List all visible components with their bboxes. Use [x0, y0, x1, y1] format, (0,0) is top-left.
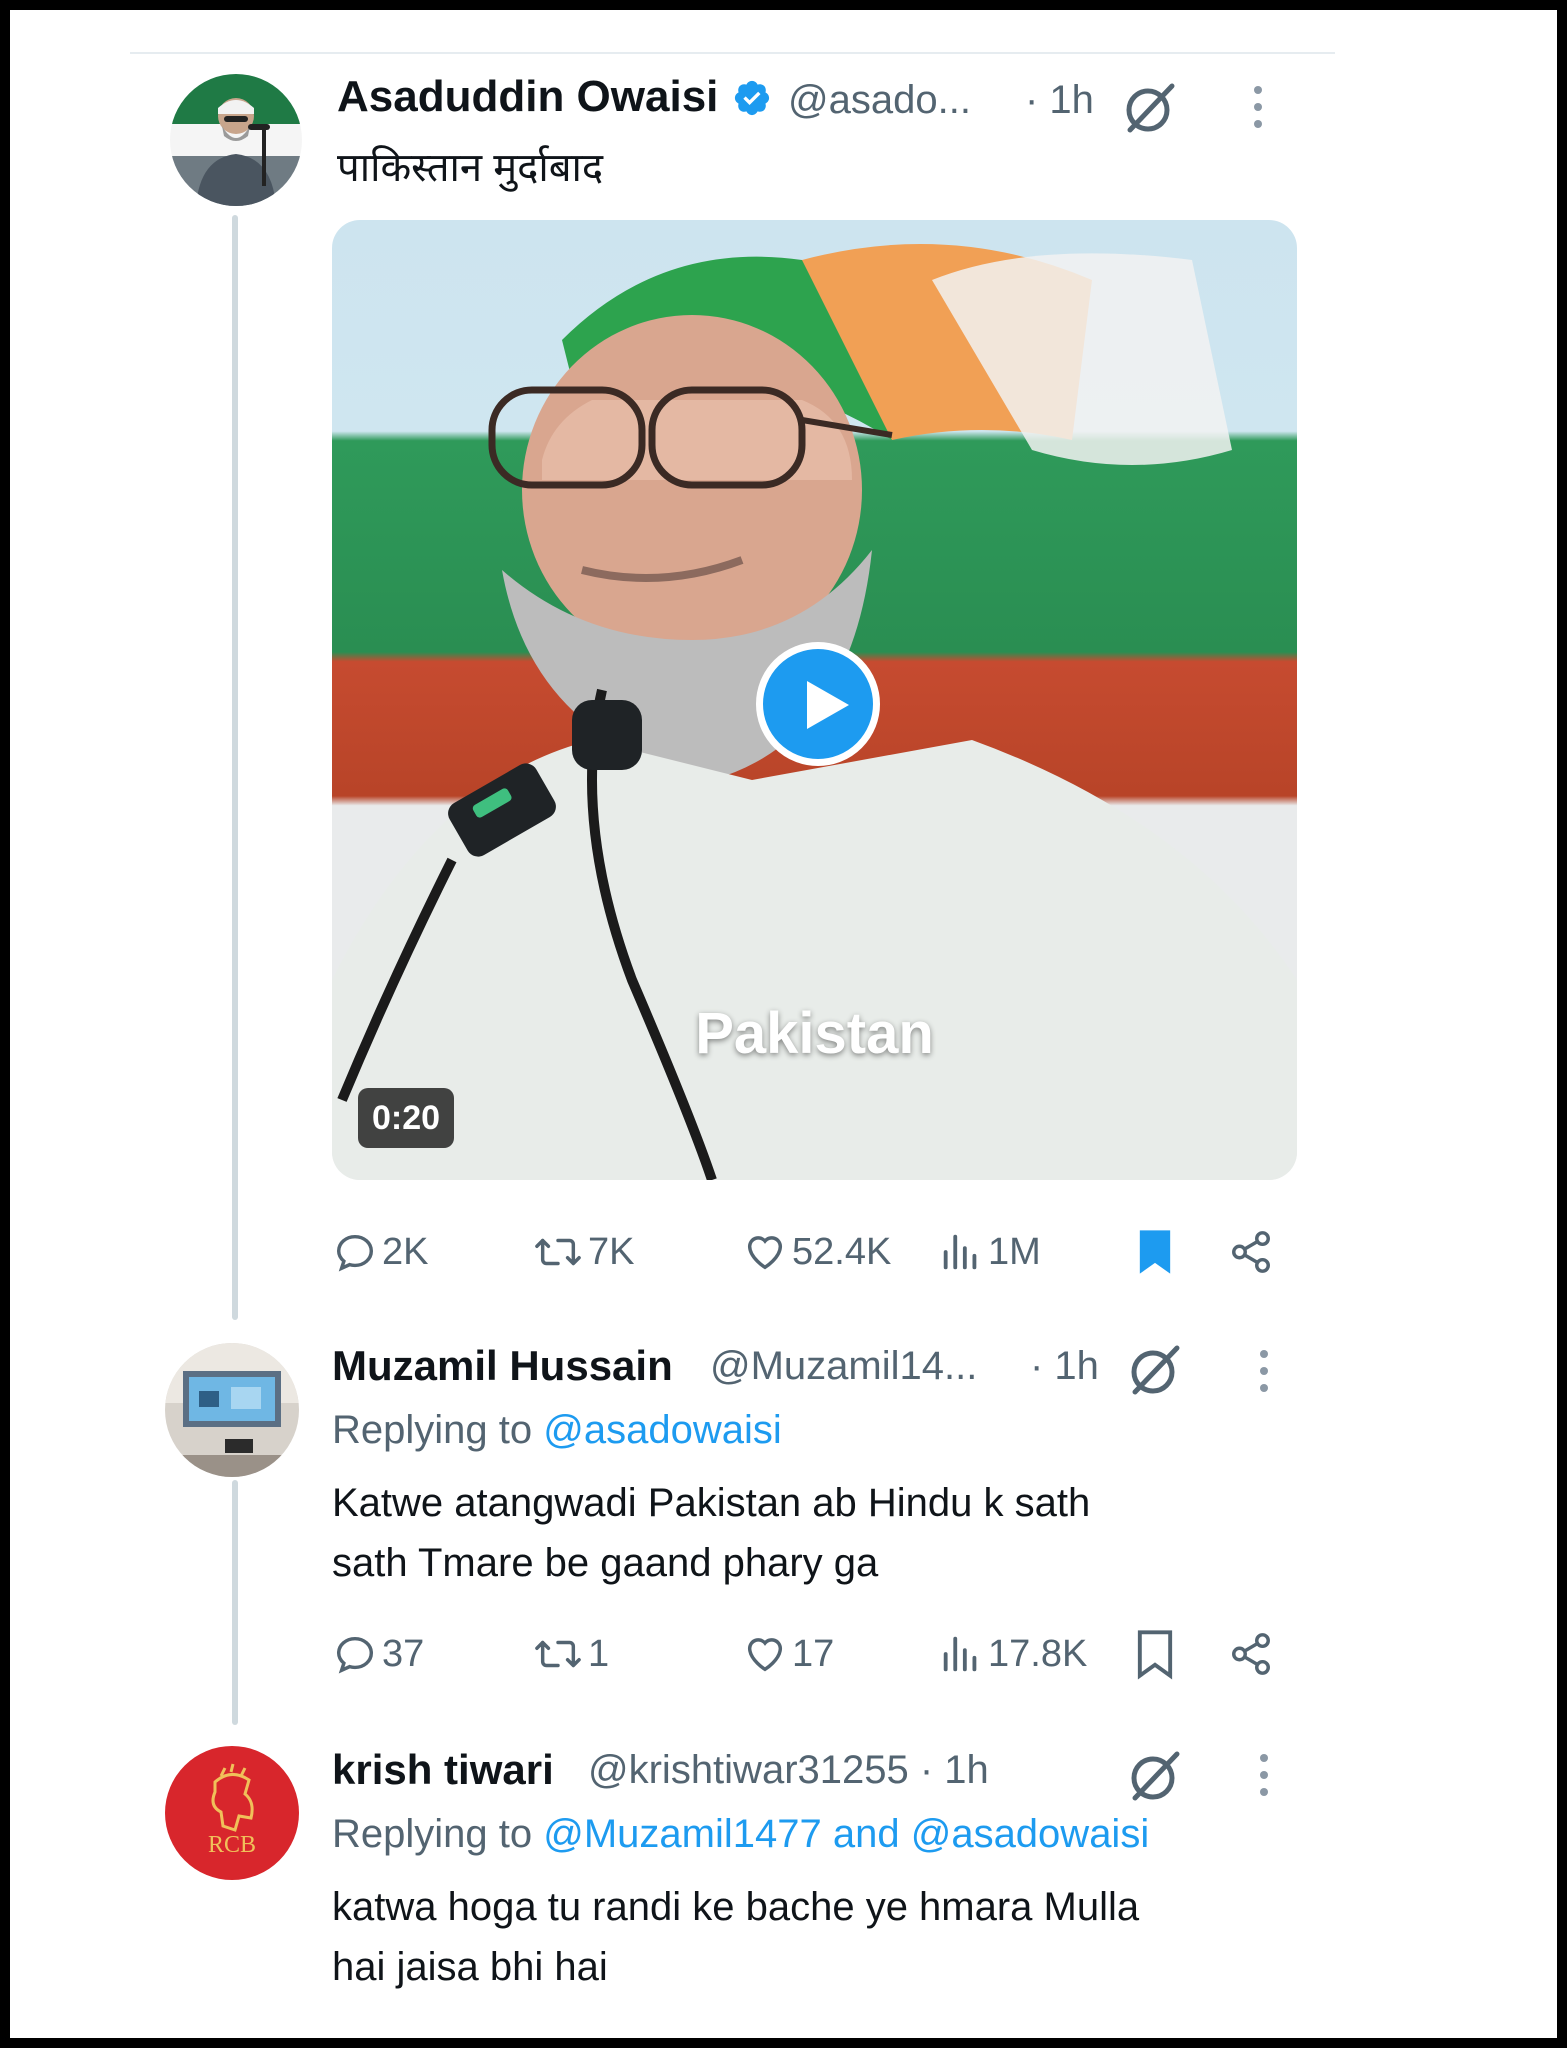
tweet-actions: 2K 7K 52.4K 1M: [332, 1222, 1312, 1282]
reply1-actions: 37 1 17 17.8K: [332, 1624, 1312, 1684]
grok-icon[interactable]: [1125, 1340, 1185, 1405]
more-vertical-icon[interactable]: [1260, 1754, 1270, 1805]
reply1-author-handle[interactable]: @Muzamil14...: [710, 1344, 977, 1389]
repost-icon: [535, 1238, 581, 1266]
tweet-time[interactable]: · 1h: [1025, 78, 1094, 123]
video-duration: 0:20: [358, 1088, 455, 1148]
thread-line-2: [232, 1480, 238, 1725]
share-button[interactable]: [1228, 1624, 1274, 1684]
verified-badge-icon: [732, 78, 772, 118]
bookmark-icon: [1139, 1230, 1171, 1274]
reply1-replying-to: Replying to @asadowaisi: [332, 1408, 782, 1453]
reply1-time[interactable]: · 1h: [1030, 1344, 1099, 1389]
more-vertical-icon[interactable]: [1254, 86, 1264, 137]
avatar-muzamil[interactable]: [165, 1343, 299, 1477]
heart-icon: [747, 1236, 783, 1270]
more-vertical-icon[interactable]: [1260, 1350, 1270, 1401]
like-button[interactable]: 52.4K: [742, 1222, 891, 1282]
share-button[interactable]: [1228, 1222, 1274, 1282]
bookmark-icon: [1137, 1630, 1173, 1680]
author-handle[interactable]: @asado...: [788, 78, 971, 123]
reply-button[interactable]: 37: [332, 1624, 424, 1684]
avatar-rcb[interactable]: RCB: [165, 1746, 299, 1880]
bookmark-button[interactable]: [1132, 1624, 1178, 1684]
reply2-author-handle[interactable]: @krishtiwar31255 · 1h: [588, 1748, 989, 1793]
replying-label: Replying to: [332, 1812, 533, 1856]
reply2-text-line2: hai jaisa bhi hai: [332, 1945, 608, 1989]
tweet-video[interactable]: Pakistan 0:20: [332, 220, 1297, 1180]
share-icon: [1232, 1231, 1270, 1273]
avatar-owaisi[interactable]: [170, 74, 302, 206]
replying-handles[interactable]: @Muzamil1477 and @asadowaisi: [543, 1812, 1149, 1856]
reply1-text-line1: Katwe atangwadi Pakistan ab Hindu k sath: [332, 1481, 1091, 1525]
repost-button[interactable]: 1: [532, 1624, 609, 1684]
reply1-author-name[interactable]: Muzamil Hussain: [332, 1342, 673, 1390]
reply-icon: [336, 1234, 374, 1272]
views-button[interactable]: 1M: [938, 1222, 1041, 1282]
like-button[interactable]: 17: [742, 1624, 834, 1684]
author-name[interactable]: Asaduddin Owaisi: [337, 72, 718, 122]
like-count: 17: [792, 1632, 835, 1675]
repost-count: 1: [588, 1632, 610, 1675]
replying-handle[interactable]: @asadowaisi: [543, 1408, 782, 1452]
replying-label: Replying to: [332, 1408, 533, 1452]
rcb-logo-text: RCB: [208, 1832, 256, 1858]
reply2-author-name[interactable]: krish tiwari: [332, 1746, 554, 1794]
heart-icon: [747, 1638, 783, 1672]
views-icon: [943, 1234, 977, 1270]
screenshot-frame: Asaduddin Owaisi @asado... · 1h पाकिस्ता…: [10, 10, 1557, 2038]
play-icon[interactable]: [756, 642, 880, 766]
grok-icon[interactable]: [1120, 78, 1180, 143]
views-icon: [943, 1636, 977, 1672]
like-count: 52.4K: [792, 1230, 892, 1273]
top-divider: [130, 52, 1335, 54]
reply1-text-line2: sath Tmare be gaand phary ga: [332, 1541, 879, 1585]
repost-count: 7K: [588, 1230, 635, 1273]
reply-icon: [336, 1636, 374, 1674]
thread-line-1: [232, 215, 238, 1320]
tweet-text: पाकिस्तान मुर्दाबाद: [337, 146, 604, 190]
reply-count: 37: [382, 1632, 425, 1675]
bookmark-button[interactable]: [1132, 1222, 1178, 1282]
views-count: 1M: [988, 1230, 1041, 1273]
views-button[interactable]: 17.8K: [938, 1624, 1087, 1684]
reply2-text-line1: katwa hoga tu randi ke bache ye hmara Mu…: [332, 1885, 1140, 1929]
share-icon: [1232, 1633, 1270, 1675]
repost-button[interactable]: 7K: [532, 1222, 634, 1282]
video-caption: Pakistan: [695, 1001, 934, 1066]
reply-button[interactable]: 2K: [332, 1222, 428, 1282]
views-count: 17.8K: [988, 1632, 1088, 1675]
grok-icon[interactable]: [1125, 1746, 1185, 1811]
reply-count: 2K: [382, 1230, 429, 1273]
reply2-replying-to: Replying to @Muzamil1477 and @asadowaisi: [332, 1812, 1149, 1857]
repost-icon: [535, 1640, 581, 1668]
